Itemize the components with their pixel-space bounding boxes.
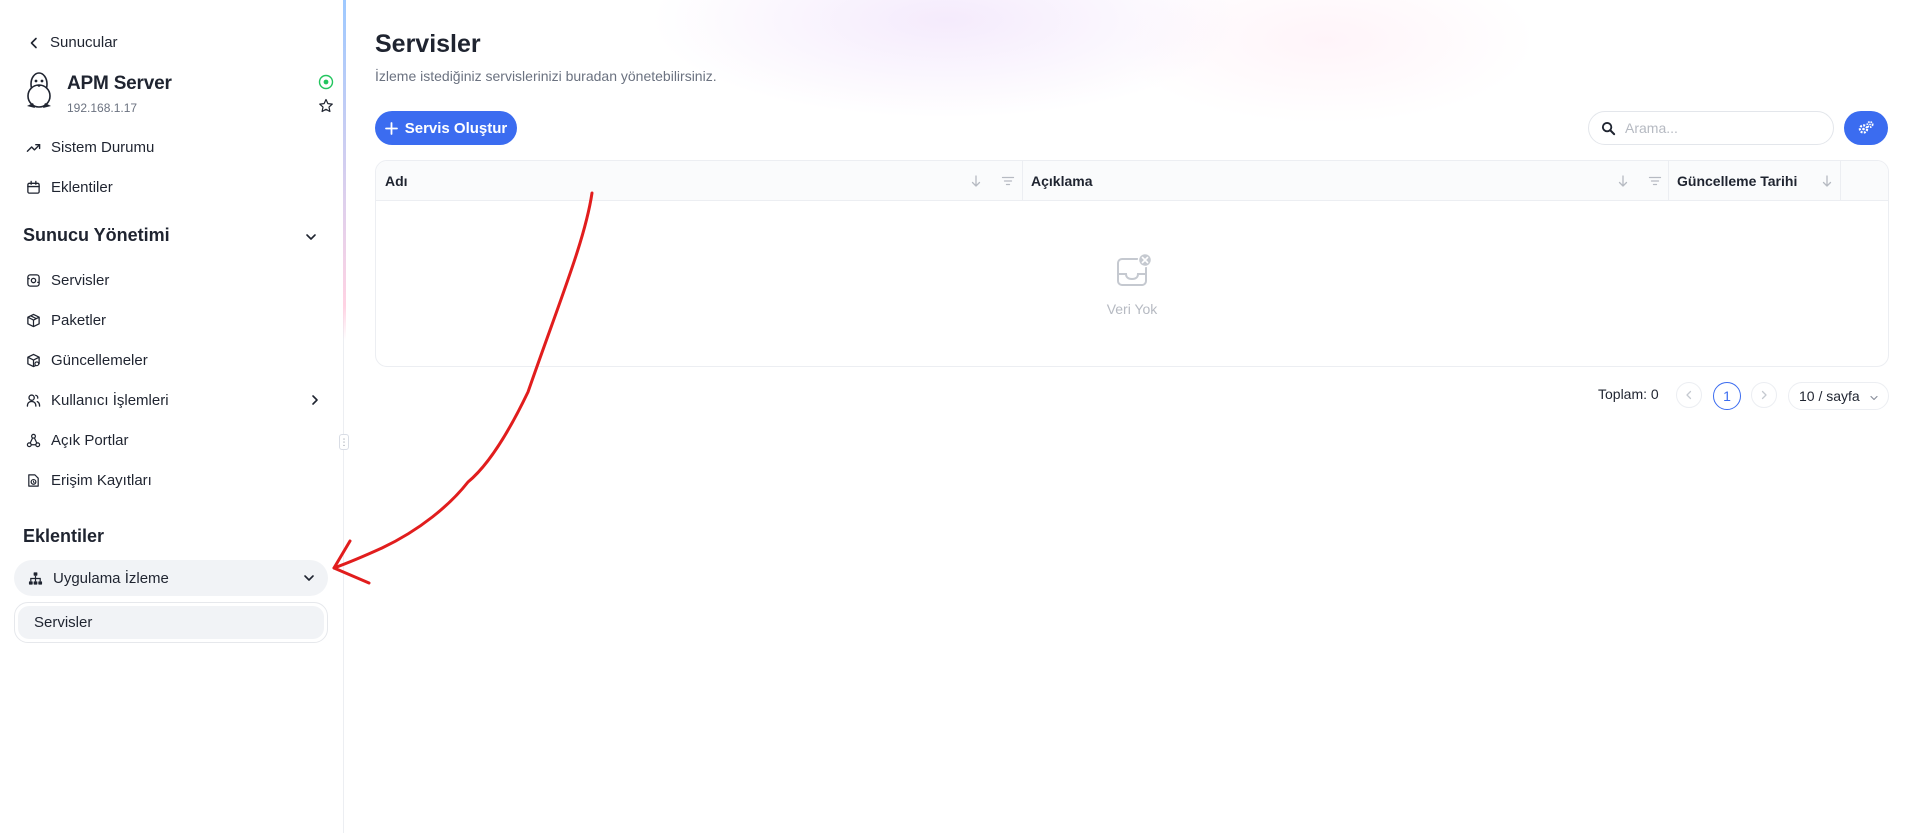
nav-kullanici-islemleri[interactable]: Kullanıcı İşlemleri xyxy=(26,387,322,413)
total-count: Toplam: 0 xyxy=(1598,386,1659,402)
pagination: Toplam: 0 1 10 / sayfa xyxy=(346,380,1889,410)
settings-button[interactable] xyxy=(1844,111,1888,145)
nav-acik-portlar[interactable]: Açık Portlar xyxy=(26,427,322,453)
chevron-right-icon xyxy=(1761,390,1767,400)
page-number-current[interactable]: 1 xyxy=(1713,382,1741,410)
server-header: APM Server 192.168.1.17 xyxy=(22,70,334,120)
plugin-group-label: Uygulama İzleme xyxy=(53,569,169,587)
online-status-icon xyxy=(318,74,334,90)
empty-inbox-icon xyxy=(1117,253,1153,286)
nav-label: Sistem Durumu xyxy=(51,138,155,156)
page-title: Servisler xyxy=(375,30,481,58)
empty-text: Veri Yok xyxy=(1106,301,1158,317)
nav-erisim-kayitlari[interactable]: Erişim Kayıtları xyxy=(26,467,322,493)
filter-icon[interactable] xyxy=(1000,173,1016,189)
network-icon xyxy=(26,433,41,447)
nav-guncellemeler[interactable]: Güncellemeler xyxy=(26,347,322,373)
page-size-label: 10 / sayfa xyxy=(1799,388,1860,404)
nav-label: Güncellemeler xyxy=(51,351,148,369)
nav-label: Kullanıcı İşlemleri xyxy=(51,391,169,409)
page-subtitle: İzleme istediğiniz servislerinizi burada… xyxy=(375,68,717,84)
sort-icon[interactable] xyxy=(1615,173,1631,189)
page-size-select[interactable]: 10 / sayfa xyxy=(1788,382,1889,410)
back-label: Sunucular xyxy=(50,34,118,51)
prev-page-button[interactable] xyxy=(1676,382,1702,408)
sort-icon[interactable] xyxy=(968,173,984,189)
table-header: Adı Açıklama Güncelleme Tarihi xyxy=(376,161,1888,201)
chevron-down-icon[interactable] xyxy=(304,230,318,244)
nav-paketler[interactable]: Paketler xyxy=(26,307,322,333)
search-icon xyxy=(1601,121,1616,135)
back-to-servers-link[interactable]: Sunucular xyxy=(28,34,118,51)
calendar-icon xyxy=(27,180,40,194)
package-icon xyxy=(27,313,40,327)
plugin-sub-item-servisler[interactable]: Servisler xyxy=(18,606,324,639)
plugin-submenu: Servisler xyxy=(14,602,328,643)
column-header-name: Adı xyxy=(376,161,1022,201)
update-box-icon xyxy=(27,353,40,367)
sort-icon[interactable] xyxy=(1819,173,1835,189)
sitemap-icon xyxy=(28,571,43,585)
chevron-left-icon xyxy=(1686,390,1692,400)
nav-label: Erişim Kayıtları xyxy=(51,471,152,489)
nav-servisler[interactable]: Servisler xyxy=(26,267,322,293)
linux-tux-icon xyxy=(27,72,51,108)
column-header-description: Açıklama xyxy=(1022,161,1668,201)
server-name: APM Server xyxy=(67,73,172,94)
search-input[interactable] xyxy=(1625,120,1825,136)
users-icon xyxy=(26,393,41,407)
trending-up-icon xyxy=(26,143,41,152)
sidebar: Sunucular APM Server 192.168.1.17 Sistem… xyxy=(0,0,344,833)
table-empty-state: Veri Yok xyxy=(376,201,1888,366)
star-favorite-icon[interactable] xyxy=(318,98,334,114)
next-page-button[interactable] xyxy=(1751,382,1777,408)
nav-label: Açık Portlar xyxy=(51,431,129,449)
column-label: Açıklama xyxy=(1031,173,1093,189)
chevron-down-icon xyxy=(1870,395,1878,401)
nav-sistem-durumu[interactable]: Sistem Durumu xyxy=(26,134,322,160)
access-log-icon xyxy=(28,473,39,487)
service-icon xyxy=(27,273,40,287)
nav-label: Eklentiler xyxy=(51,178,113,196)
column-label: Adı xyxy=(385,173,408,189)
chevron-right-icon xyxy=(312,395,318,405)
plus-icon xyxy=(384,121,398,135)
section-title-plugins: Eklentiler xyxy=(23,526,105,546)
server-ip: 192.168.1.17 xyxy=(67,101,138,115)
plugin-group-uygulama-izleme[interactable]: Uygulama İzleme xyxy=(14,560,328,596)
header-gradient xyxy=(346,0,1919,180)
column-separator xyxy=(1840,161,1841,201)
filter-icon[interactable] xyxy=(1647,173,1663,189)
gears-icon xyxy=(1858,121,1874,134)
services-table: Adı Açıklama Güncelleme Tarihi Veri Yok xyxy=(375,160,1889,367)
main-content: Servisler İzleme istediğiniz servislerin… xyxy=(346,0,1919,833)
section-title-management: Sunucu Yönetimi xyxy=(23,225,170,245)
nav-eklentiler[interactable]: Eklentiler xyxy=(26,174,322,200)
search-box xyxy=(1588,111,1834,145)
nav-label: Servisler xyxy=(51,271,110,289)
create-service-button[interactable]: Servis Oluştur xyxy=(375,111,517,145)
column-header-updated: Güncelleme Tarihi xyxy=(1668,161,1840,201)
chevron-down-icon xyxy=(304,575,314,581)
column-label: Güncelleme Tarihi xyxy=(1677,173,1798,189)
create-service-label: Servis Oluştur xyxy=(404,119,508,137)
chevron-left-icon xyxy=(30,37,37,48)
nav-label: Paketler xyxy=(51,311,107,329)
